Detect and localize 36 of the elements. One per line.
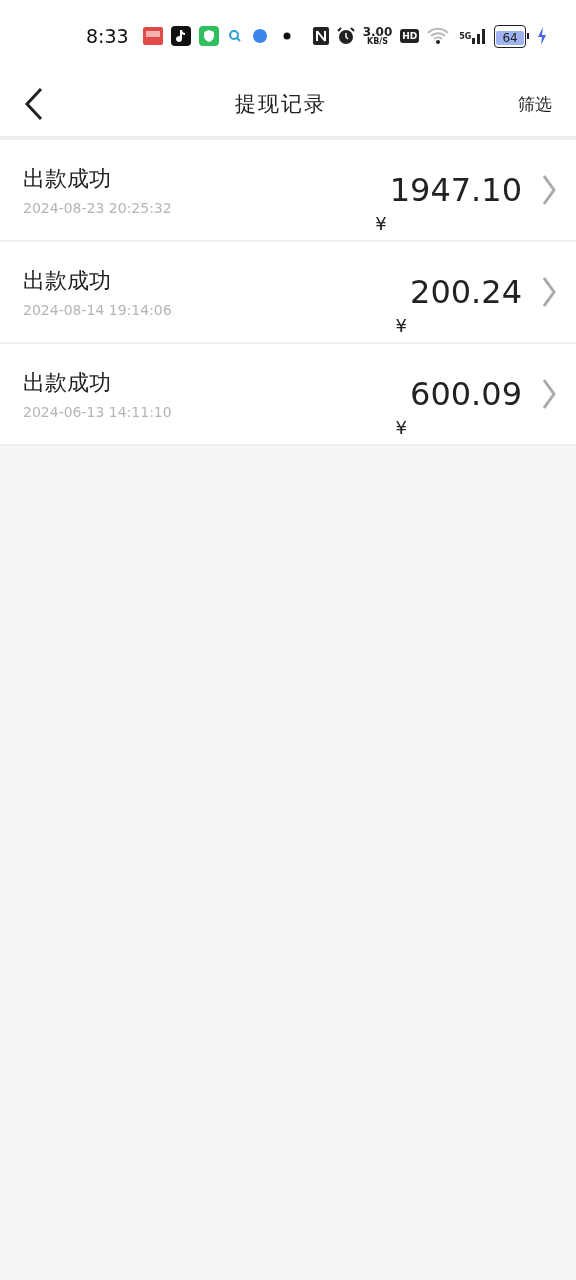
record-status: 出款成功 [23,165,112,193]
alarm-icon [336,27,355,45]
record-status: 出款成功 [23,369,112,397]
status-time: 8:33 [86,25,129,47]
battery-level: 64 [496,30,524,45]
news-app-icon [142,27,163,45]
chevron-right-icon [542,378,556,410]
page-title: 提现记录 [235,91,327,118]
hd-badge: HD [400,29,420,43]
search-icon [226,28,243,44]
currency-symbol: ¥ [395,315,408,338]
record-row[interactable]: 出款成功 2024-08-23 20:25:32 ¥ 1947.10 [0,140,576,242]
signal-icon [472,28,487,44]
record-time: 2024-08-14 19:14:06 [23,302,173,318]
speed-unit: KB/S [367,38,388,46]
record-amount: 200.24 [410,273,522,311]
back-icon[interactable] [24,87,44,121]
chevron-right-icon [542,174,556,206]
network-type: 5G [459,31,472,41]
nfc-icon [312,27,329,45]
currency-symbol: ¥ [375,213,387,236]
record-amount: 1947.10 [389,171,522,209]
chevron-right-icon [542,276,556,308]
shield-app-icon [198,26,219,46]
speed-value: 3.00 [362,26,393,38]
record-amount: 600.09 [410,375,522,413]
filter-button[interactable]: 筛选 [518,92,552,116]
record-status: 出款成功 [23,267,112,295]
currency-symbol: ¥ [395,417,408,440]
dot-icon [282,32,291,40]
record-time: 2024-08-23 20:25:32 [23,200,173,216]
music-note-app-icon [170,26,191,46]
charging-icon [536,27,547,45]
record-row[interactable]: 出款成功 2024-08-14 19:14:06 ¥ 200.24 [0,242,576,344]
record-time: 2024-06-13 14:11:10 [23,404,173,420]
record-row[interactable]: 出款成功 2024-06-13 14:11:10 ¥ 600.09 [0,344,576,446]
